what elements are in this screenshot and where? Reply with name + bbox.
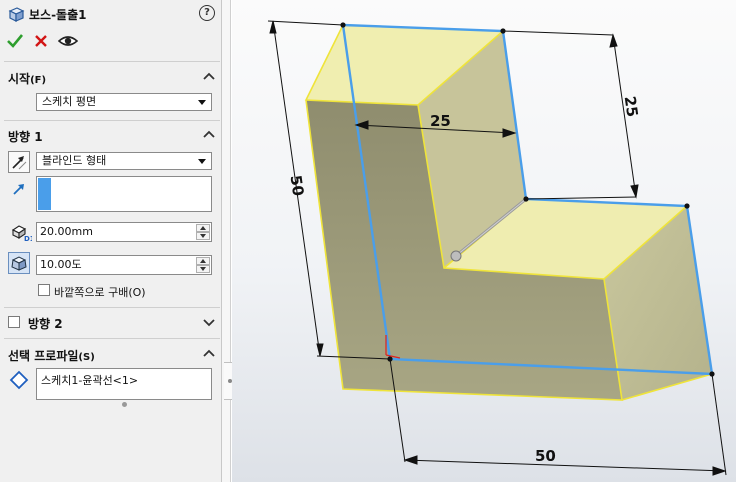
- section-profiles-label: 선택 프로파일: [8, 349, 79, 363]
- draft-outward-label: 바깥쪽으로 구배(O): [54, 286, 146, 299]
- depth-input[interactable]: 20.00mm: [36, 222, 212, 242]
- profile-diamond-icon: [9, 370, 29, 390]
- reverse-direction-icon[interactable]: [8, 151, 30, 173]
- direction-reference-marker: [38, 178, 51, 210]
- section-start-title[interactable]: 시작(F): [8, 70, 46, 87]
- depth-icon: D1: [10, 222, 35, 243]
- section-direction1-title[interactable]: 방향 1: [8, 128, 43, 145]
- draft-angle-value: 10.00도: [40, 258, 82, 271]
- chevron-up-icon[interactable]: [203, 129, 215, 141]
- direction-arrow-icon: [11, 181, 27, 197]
- start-condition-value: 스케치 평면: [42, 95, 97, 108]
- dropdown-arrow-icon: [198, 100, 206, 105]
- draft-outward-checkbox[interactable]: [38, 284, 50, 296]
- dropdown-arrow-icon: [198, 159, 206, 164]
- draft-angle-spinner[interactable]: [196, 257, 210, 273]
- separator: [4, 307, 220, 308]
- draft-icon[interactable]: [8, 252, 30, 274]
- separator: [4, 61, 220, 62]
- cancel-x-icon[interactable]: [33, 33, 49, 49]
- help-icon[interactable]: ?: [199, 5, 215, 21]
- section-start-label: 시작: [8, 72, 31, 86]
- section-profiles-key: (S): [78, 352, 95, 363]
- list-resize-handle[interactable]: [122, 402, 127, 407]
- dimension-bottom-width[interactable]: 50: [535, 447, 556, 465]
- end-condition-dropdown[interactable]: 블라인드 형태: [36, 152, 212, 170]
- draft-angle-input[interactable]: 10.00도: [36, 255, 212, 275]
- chevron-down-icon[interactable]: [203, 316, 215, 328]
- dimension-top-depth[interactable]: 25: [621, 95, 642, 118]
- direction-reference-field[interactable]: [36, 176, 212, 212]
- start-condition-dropdown[interactable]: 스케치 평면: [36, 93, 212, 111]
- model-view: 25 25 50 50: [267, 20, 727, 476]
- chevron-up-icon[interactable]: [203, 71, 215, 83]
- depth-value: 20.00mm: [40, 225, 93, 238]
- separator: [4, 338, 220, 339]
- property-manager-panel: 보스-돌출1 ? 시작(F) 스케치 평면 방향 1 블라인드 형태 D 20.…: [0, 0, 222, 482]
- dimension-top-width[interactable]: 25: [430, 112, 451, 130]
- feature-title: 보스-돌출1: [29, 8, 87, 22]
- graphics-viewport[interactable]: 25 25 50 50: [232, 0, 736, 482]
- dimension-left-height[interactable]: 50: [287, 174, 308, 197]
- preview-eye-icon[interactable]: [57, 33, 79, 49]
- section-start-key: (F): [30, 75, 47, 86]
- section-profiles-title[interactable]: 선택 프로파일(S): [8, 347, 95, 364]
- separator: [4, 120, 220, 121]
- section-direction2-title[interactable]: 방향 2: [28, 315, 63, 332]
- ok-check-icon[interactable]: [6, 32, 24, 50]
- depth-spinner[interactable]: [196, 224, 210, 240]
- panel-splitter[interactable]: [222, 0, 231, 482]
- chevron-up-icon[interactable]: [203, 348, 215, 360]
- svg-text:D1: D1: [24, 235, 32, 242]
- end-condition-value: 블라인드 형태: [42, 154, 107, 167]
- direction2-checkbox[interactable]: [8, 316, 20, 328]
- list-item[interactable]: 스케치1-윤곽선<1>: [41, 372, 207, 388]
- part-icon: [7, 5, 25, 23]
- selected-profiles-list[interactable]: 스케치1-윤곽선<1>: [36, 368, 212, 400]
